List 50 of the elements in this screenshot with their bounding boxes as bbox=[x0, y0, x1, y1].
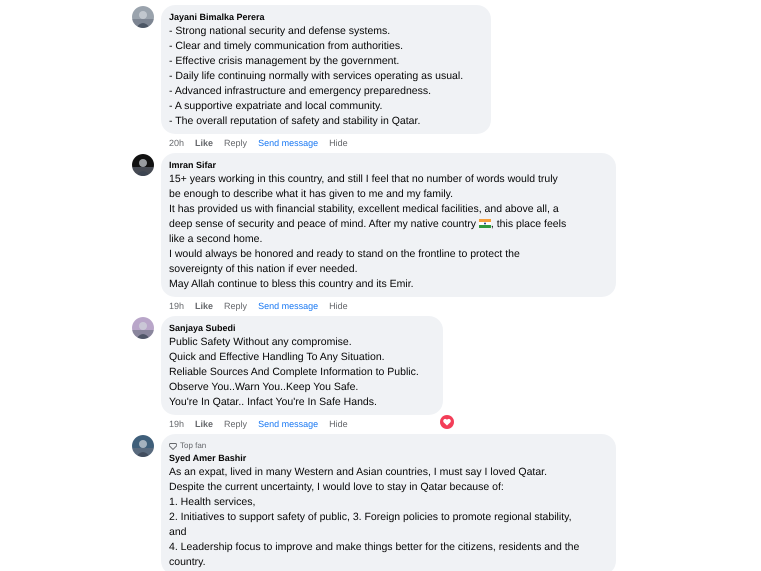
timestamp: 20h bbox=[169, 137, 184, 149]
timestamp: 19h bbox=[169, 418, 184, 430]
comment-text: Reliable Sources And Complete Information to Public. bbox=[169, 365, 419, 380]
author-name[interactable]: Imran Sifar bbox=[169, 159, 216, 172]
comment-text: 15+ years working in this country, and still I feel that no number of words would truly bbox=[169, 172, 558, 187]
comment-text: May Allah continue to bless this country and its Emir. bbox=[169, 277, 414, 292]
top-fan-label: Top fan bbox=[180, 440, 206, 452]
flag-icon bbox=[478, 219, 491, 228]
send-message-link[interactable]: Send message bbox=[258, 300, 318, 312]
comment-text: Quick and Effective Handling To Any Situation. bbox=[169, 350, 385, 365]
hide-link[interactable]: Hide bbox=[329, 418, 348, 430]
send-message-link[interactable]: Send message bbox=[258, 418, 318, 430]
hide-link[interactable]: Hide bbox=[329, 137, 348, 149]
comment-text: 1. Health services, bbox=[169, 495, 256, 510]
comment-text: - Clear and timely communication from authorities. bbox=[169, 39, 404, 54]
hide-link[interactable]: Hide bbox=[329, 300, 348, 312]
comment-text: - A supportive expatriate and local community. bbox=[169, 99, 382, 114]
comment-text: like a second home. bbox=[169, 232, 262, 247]
comment-text: - Strong national security and defense systems. bbox=[169, 24, 390, 39]
comment-text: Public Safety Without any compromise. bbox=[169, 335, 352, 350]
reply-link[interactable]: Reply bbox=[224, 418, 248, 430]
comment-text: Observe You..Warn You..Keep You Safe. bbox=[169, 380, 358, 395]
comment-text: - The overall reputation of safety and stability in Qatar. bbox=[169, 114, 420, 129]
comment-text: be enough to describe what it has given to me and my family. bbox=[169, 187, 454, 202]
author-name[interactable]: Sanjaya Subedi bbox=[169, 322, 236, 335]
comment-text: It has provided us with financial stability, excellent medical facilities, and above all, a bbox=[169, 202, 559, 217]
comment-text: As an expat, lived in many Western and Asian countries, I must say I loved Qatar. bbox=[169, 465, 547, 480]
comment-text: - Daily life continuing normally with services operating as usual. bbox=[169, 69, 464, 84]
like-link[interactable]: Like bbox=[195, 300, 214, 312]
author-name[interactable]: Jayani Bimalka Perera bbox=[169, 11, 265, 24]
comment-text: 4. Leadership focus to improve and make things better for the citizens, residents and the bbox=[169, 540, 580, 555]
comment-text: 2. Initiatives to support safety of public, 3. Foreign policies to promote regional stability, bbox=[169, 510, 572, 525]
reply-link[interactable]: Reply bbox=[224, 300, 248, 312]
comment-text: - Advanced infrastructure and emergency preparedness. bbox=[169, 84, 432, 99]
author-name[interactable]: Syed Amer Bashir bbox=[169, 452, 246, 465]
send-message-link[interactable]: Send message bbox=[258, 137, 318, 149]
comment-text: deep sense of security and peace of mind. After my native country , this place feels bbox=[169, 217, 566, 232]
comment-text: country. bbox=[169, 555, 206, 570]
heart-reaction-icon[interactable] bbox=[440, 415, 454, 429]
comment-text: I would always be honored and ready to stand on the frontline to protect the bbox=[169, 247, 520, 262]
diamond-icon bbox=[169, 442, 177, 450]
comment-text: Despite the current uncertainty, I would love to stay in Qatar because of: bbox=[169, 480, 504, 495]
timestamp: 19h bbox=[169, 300, 184, 312]
comment-text: sovereignty of this nation if ever needed. bbox=[169, 262, 358, 277]
comment-text: - Effective crisis management by the government. bbox=[169, 54, 400, 69]
like-link[interactable]: Like bbox=[195, 418, 214, 430]
like-link[interactable]: Like bbox=[195, 137, 214, 149]
comment-text: You're In Qatar.. Infact You're In Safe Hands. bbox=[169, 395, 377, 410]
comment-text: and bbox=[169, 525, 187, 540]
reply-link[interactable]: Reply bbox=[224, 137, 248, 149]
